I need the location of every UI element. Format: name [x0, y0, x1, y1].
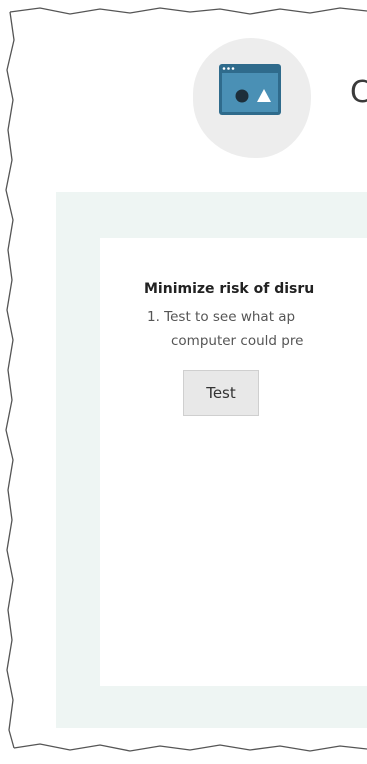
browser-window-shapes-icon: [219, 64, 281, 115]
step-1-text: 1. Test to see what ap computer could pr…: [147, 305, 303, 353]
step-1-line2: computer could pre: [171, 333, 304, 349]
page-title-fragment: C: [350, 75, 367, 110]
test-button[interactable]: Test: [183, 370, 259, 416]
step-1-line1: 1. Test to see what ap: [147, 309, 296, 325]
section-title: Minimize risk of disru: [144, 281, 315, 297]
